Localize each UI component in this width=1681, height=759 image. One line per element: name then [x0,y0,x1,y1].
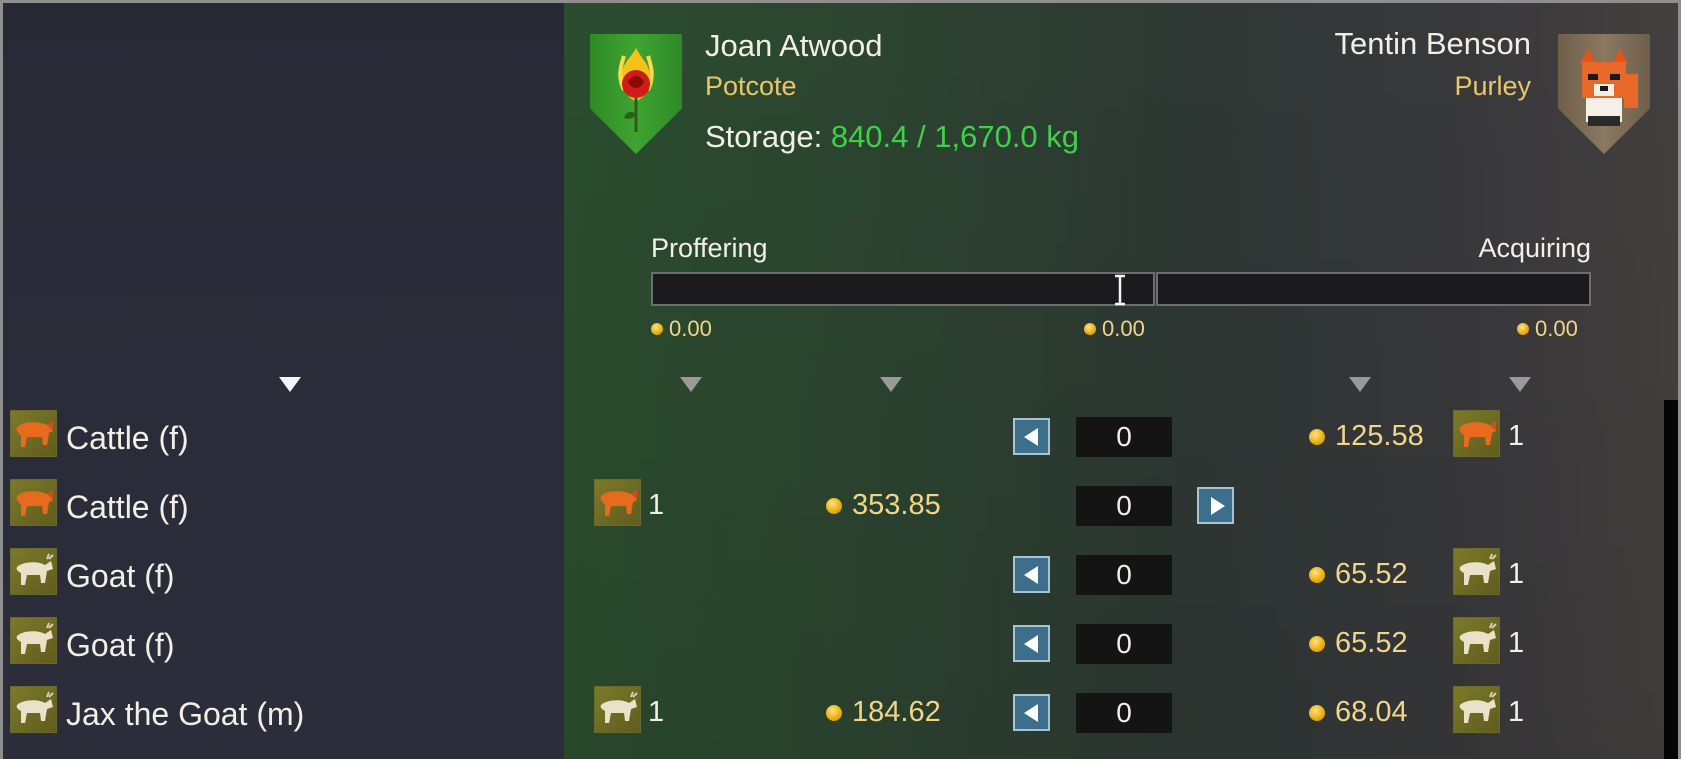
sort-name-chevron-down-icon[interactable] [279,377,301,392]
cow-icon [594,479,641,526]
proffering-balance-bar[interactable] [651,272,1155,306]
left-price-value: 353.85 [852,489,941,521]
goat-icon [10,548,57,595]
right-price-value: 125.58 [1335,420,1424,452]
quantity-field[interactable]: 0 [1076,624,1172,664]
quantity-field[interactable]: 0 [1076,417,1172,457]
left-price: 184.62 [826,696,941,729]
right-price-value: 65.52 [1335,558,1408,590]
storage-value: 840.4 / 1,670.0 kg [830,119,1080,154]
right-trader-name: Tentin Benson [1334,26,1531,61]
cow-icon [10,479,57,526]
coin-icon [651,323,663,335]
left-price-value: 184.62 [852,696,941,728]
sort-right-price-chevron-down-icon[interactable] [1349,377,1371,392]
item-name: Cattle (f) [66,420,189,456]
arrow-left-icon [1024,566,1038,584]
right-count: 1 [1508,420,1525,452]
item-name: Cattle (f) [66,489,189,525]
transfer-left-button[interactable] [1013,625,1050,662]
transfer-left-button[interactable] [1013,556,1050,593]
goat-icon [1453,686,1500,733]
sort-right-count-chevron-down-icon[interactable] [1509,377,1531,392]
storage-label: Storage: [705,119,823,154]
arrow-right-icon [1211,497,1225,515]
coin-icon [1309,428,1325,445]
left-trader-place: Potcote [705,71,797,101]
right-count: 1 [1508,558,1525,590]
transfer-right-button[interactable] [1197,487,1234,524]
window-frame [0,0,1681,759]
acquiring-balance-bar[interactable] [1156,272,1591,306]
quantity-field[interactable]: 0 [1076,486,1172,526]
left-trader-name: Joan Atwood [705,28,883,63]
right-price: 125.58 [1309,420,1424,453]
right-price-value: 65.52 [1335,627,1408,659]
transfer-left-button[interactable] [1013,418,1050,455]
coin-icon [826,704,842,721]
transfer-left-button[interactable] [1013,694,1050,731]
goat-icon [1453,548,1500,595]
goat-icon [594,686,641,733]
sort-left-price-chevron-down-icon[interactable] [880,377,902,392]
item-name: Goat (f) [66,558,175,594]
cow-icon [10,410,57,457]
text-cursor-icon [1115,274,1125,306]
coin-icon [1309,704,1325,721]
coin-icon [1084,323,1096,335]
goat-icon [1453,617,1500,664]
goat-icon [10,617,57,664]
left-count: 1 [648,696,665,728]
left-price: 353.85 [826,489,941,522]
right-trader-place: Purley [1454,71,1531,101]
scrollbar[interactable] [1664,400,1678,759]
acquiring-label: Acquiring [1478,233,1591,263]
right-price-value: 68.04 [1335,696,1408,728]
item-name: Jax the Goat (m) [66,696,305,732]
coin-icon [826,497,842,514]
arrow-left-icon [1024,704,1038,722]
coin-icon [1517,323,1529,335]
proffering-label: Proffering [651,233,768,263]
right-price: 68.04 [1309,696,1408,729]
balance-total: 0.00 [1084,316,1145,342]
arrow-left-icon [1024,428,1038,446]
arrow-left-icon [1024,635,1038,653]
storage-readout: Storage: 840.4 / 1,670.0 kg [705,119,1079,155]
goat-icon [10,686,57,733]
left-count: 1 [648,489,665,521]
right-price: 65.52 [1309,558,1408,591]
balance-total-value: 0.00 [1102,316,1145,341]
item-name: Goat (f) [66,627,175,663]
proffering-total-value: 0.00 [669,316,712,341]
acquiring-total: 0.00 [1517,316,1578,342]
right-count: 1 [1508,627,1525,659]
quantity-field[interactable]: 0 [1076,555,1172,595]
sort-left-count-chevron-down-icon[interactable] [680,377,702,392]
acquiring-total-value: 0.00 [1535,316,1578,341]
cow-icon [1453,410,1500,457]
right-price: 65.52 [1309,627,1408,660]
coin-icon [1309,566,1325,583]
right-count: 1 [1508,696,1525,728]
proffering-total: 0.00 [651,316,712,342]
coin-icon [1309,635,1325,652]
quantity-field[interactable]: 0 [1076,693,1172,733]
